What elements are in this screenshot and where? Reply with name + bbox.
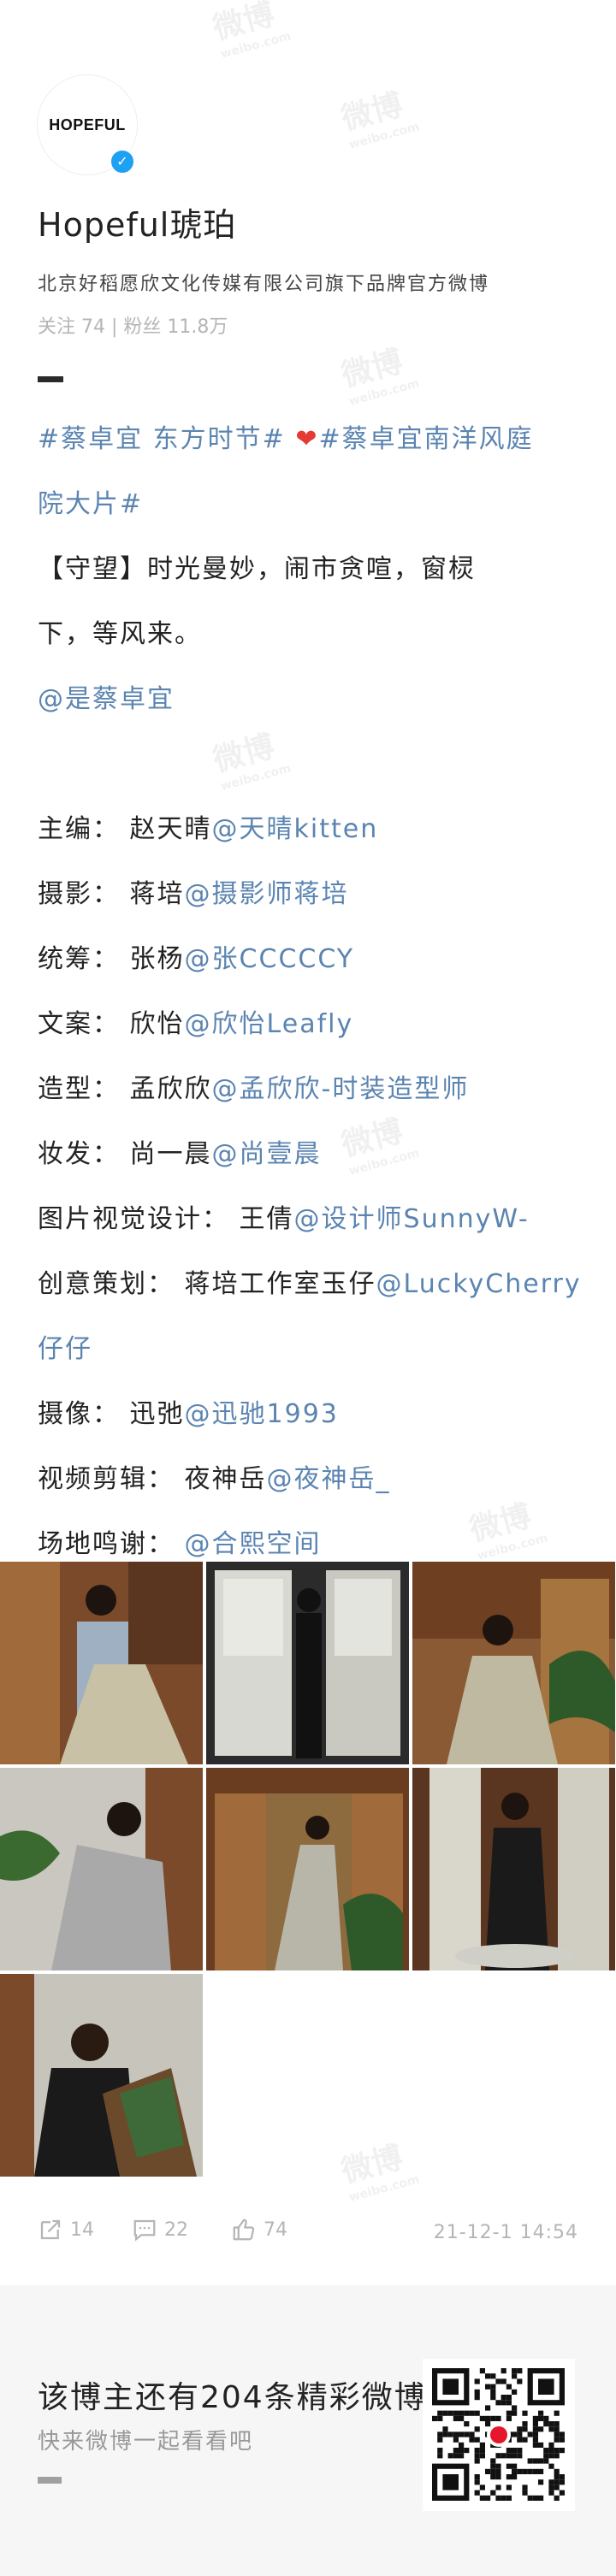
mention-link-continued[interactable]: 仔仔: [38, 1317, 585, 1382]
credit-line: 主编： 赵天晴@天晴kitten: [38, 797, 585, 862]
footer-promo: 该博主还有204条精彩微博 快来微博一起看看吧: [0, 2285, 616, 2576]
promo-subtitle: 快来微博一起看看吧: [38, 2429, 254, 2455]
photo-image: [412, 1562, 615, 1764]
credit-label: 统筹：: [38, 944, 120, 974]
credit-label: 视频剪辑：: [38, 1464, 175, 1494]
credit-line: 统筹： 张杨@张CCCCCY: [38, 927, 585, 992]
mention-link[interactable]: @是蔡卓宜: [38, 667, 585, 732]
post-line: #蔡卓宜 东方时节# ❤#蔡卓宜南洋风庭: [38, 407, 585, 472]
photo-thumbnail[interactable]: [412, 1768, 615, 1970]
account-bio: 北京好稻愿欣文化传媒有限公司旗下品牌官方微博: [38, 274, 490, 295]
mention-link[interactable]: @孟欣欣-时装造型师: [212, 1074, 470, 1104]
photo-thumbnail[interactable]: [412, 1562, 615, 1764]
credit-person: 赵天晴: [129, 814, 212, 844]
credit-label: 摄像：: [38, 1399, 120, 1429]
credit-label: 文案：: [38, 1009, 120, 1039]
credit-line: 视频剪辑： 夜神岳@夜神岳_: [38, 1447, 585, 1512]
credit-line: 摄像： 迅弛@迅驰1993: [38, 1382, 585, 1447]
photo-thumbnail[interactable]: [0, 1768, 203, 1970]
mention-link[interactable]: @欣怡Leafly: [185, 1009, 354, 1039]
watermark: 微博 weibo.com: [209, 0, 293, 62]
promo-title: 该博主还有204条精彩微博: [38, 2380, 427, 2415]
divider-dash: [38, 2477, 62, 2484]
photo-thumbnail[interactable]: [206, 1562, 409, 1764]
post-text: 下，等风来。: [38, 619, 202, 649]
credit-label: 妆发：: [38, 1139, 120, 1169]
credit-label: 摄影：: [38, 879, 120, 909]
mention-link[interactable]: @LuckyCherry: [376, 1269, 582, 1299]
mention-link[interactable]: @设计师SunnyW-: [294, 1204, 530, 1234]
comment-button[interactable]: 22: [132, 2217, 188, 2242]
credit-person: 王倩: [239, 1204, 294, 1234]
photo-thumbnail[interactable]: [206, 1768, 409, 1970]
qr-code[interactable]: [423, 2359, 575, 2511]
share-icon: [40, 2219, 61, 2240]
mention-link[interactable]: @摄影师蒋培: [185, 879, 349, 909]
like-count: 74: [264, 2219, 287, 2241]
photo-image: [0, 1974, 203, 2177]
credit-label: 创意策划：: [38, 1269, 175, 1299]
mention-link[interactable]: @夜神岳_: [267, 1464, 391, 1494]
post-timestamp: 21-12-1 14:54: [433, 2222, 578, 2243]
hashtag-link[interactable]: 院大片#: [38, 472, 585, 537]
credit-person: 张杨: [129, 944, 185, 974]
credit-line: 妆发： 尚一晨@尚壹晨: [38, 1122, 585, 1187]
action-bar: 14 22 74 21-12-1 14:54: [38, 2217, 578, 2251]
mention-link[interactable]: @张CCCCCY: [185, 944, 355, 974]
credit-person: 蒋培工作室玉仔: [184, 1269, 376, 1299]
comment-count: 22: [164, 2219, 188, 2241]
credit-line: 摄影： 蒋培@摄影师蒋培: [38, 862, 585, 927]
photo-grid: [0, 1562, 616, 2177]
hashtag-link[interactable]: #蔡卓宜 东方时节#: [38, 424, 286, 454]
post-text: 【守望】时光曼妙，闹市贪喧，窗棂: [38, 554, 476, 584]
account-name[interactable]: Hopeful琥珀: [38, 198, 236, 245]
credit-person: 蒋培: [129, 879, 185, 909]
comment-icon: [133, 2219, 156, 2242]
credit-person: 迅弛: [129, 1399, 185, 1429]
like-button[interactable]: 74: [231, 2217, 287, 2242]
photo-thumbnail[interactable]: [0, 1562, 203, 1764]
credit-label: 图片视觉设计：: [38, 1204, 229, 1234]
qr-code-icon: [432, 2368, 565, 2501]
credit-label: 场地鸣谢：: [38, 1529, 175, 1559]
repost-button[interactable]: 14: [38, 2217, 94, 2242]
photo-image: [206, 1562, 409, 1764]
mention-link[interactable]: @合熙空间: [185, 1529, 322, 1559]
photo-image: [0, 1562, 203, 1764]
credit-line: 文案： 欣怡@欣怡Leafly: [38, 992, 585, 1057]
divider-dash: [38, 376, 63, 382]
credit-person: 欣怡: [129, 1009, 185, 1039]
credit-line: 图片视觉设计： 王倩@设计师SunnyW-: [38, 1187, 585, 1252]
credit-label: 主编：: [38, 814, 120, 844]
hashtag-link[interactable]: #蔡卓宜南洋风庭: [319, 424, 534, 454]
credit-line: 造型： 孟欣欣@孟欣欣-时装造型师: [38, 1057, 585, 1122]
credit-label: 造型：: [38, 1074, 120, 1104]
photo-image: [0, 1768, 203, 1970]
credit-person: 夜神岳: [184, 1464, 267, 1494]
photo-image: [206, 1768, 409, 1970]
photo-image: [412, 1768, 615, 1970]
credit-person: 孟欣欣: [129, 1074, 212, 1104]
follow-stats: 关注 74 | 粉丝 11.8万: [38, 316, 228, 338]
verified-badge-icon: ✓: [110, 149, 135, 174]
watermark: 微博 weibo.com: [337, 344, 422, 409]
watermark: 微博 weibo.com: [337, 87, 422, 152]
thumbs-up-icon: [233, 2219, 255, 2241]
post-content: #蔡卓宜 东方时节# ❤#蔡卓宜南洋风庭 院大片# 【守望】时光曼妙，闹市贪喧，…: [38, 407, 585, 1577]
mention-link[interactable]: @天晴kitten: [212, 814, 379, 844]
repost-count: 14: [70, 2219, 94, 2241]
credit-person: 尚一晨: [129, 1139, 212, 1169]
mention-link[interactable]: @尚壹晨: [212, 1139, 322, 1169]
brand-logo: HOPEFUL: [49, 115, 126, 133]
credit-line: 创意策划： 蒋培工作室玉仔@LuckyCherry: [38, 1252, 585, 1317]
mention-link[interactable]: @迅驰1993: [185, 1399, 339, 1429]
heart-icon: ❤: [295, 424, 319, 454]
photo-thumbnail[interactable]: [0, 1974, 203, 2177]
